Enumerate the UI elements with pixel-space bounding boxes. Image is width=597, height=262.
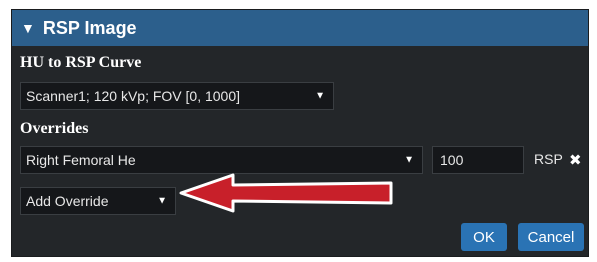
add-override-text: Add Override [26, 193, 109, 209]
override-structure-value: Right Femoral He [26, 152, 136, 168]
panel-titlebar[interactable]: ▼ RSP Image [12, 10, 588, 46]
rsp-image-panel: ▼ RSP Image HU to RSP Curve Scanner1; 12… [11, 9, 589, 257]
ok-button[interactable]: OK [461, 223, 507, 251]
override-value-text: 100 [440, 152, 464, 168]
cancel-button[interactable]: Cancel [518, 223, 584, 251]
hu-curve-label: HU to RSP Curve [20, 54, 142, 71]
close-icon[interactable]: ✖ [569, 151, 582, 169]
red-arrow-icon [179, 173, 393, 213]
chevron-down-icon: ▼ [315, 90, 325, 102]
chevron-down-icon: ▼ [404, 154, 414, 166]
override-value-input[interactable]: 100 [432, 146, 524, 174]
override-unit-label: RSP [534, 151, 563, 167]
hu-curve-dropdown[interactable]: Scanner1; 120 kVp; FOV [0, 1000] ▼ [20, 82, 334, 110]
overrides-label: Overrides [20, 120, 89, 137]
panel-title: RSP Image [42, 17, 137, 38]
triangle-down-icon[interactable]: ▼ [21, 21, 35, 35]
add-override-dropdown[interactable]: Add Override ▼ [20, 187, 176, 215]
chevron-down-icon: ▼ [157, 195, 167, 207]
hu-curve-selected: Scanner1; 120 kVp; FOV [0, 1000] [26, 88, 241, 104]
override-structure-dropdown[interactable]: Right Femoral He ▼ [20, 146, 423, 174]
